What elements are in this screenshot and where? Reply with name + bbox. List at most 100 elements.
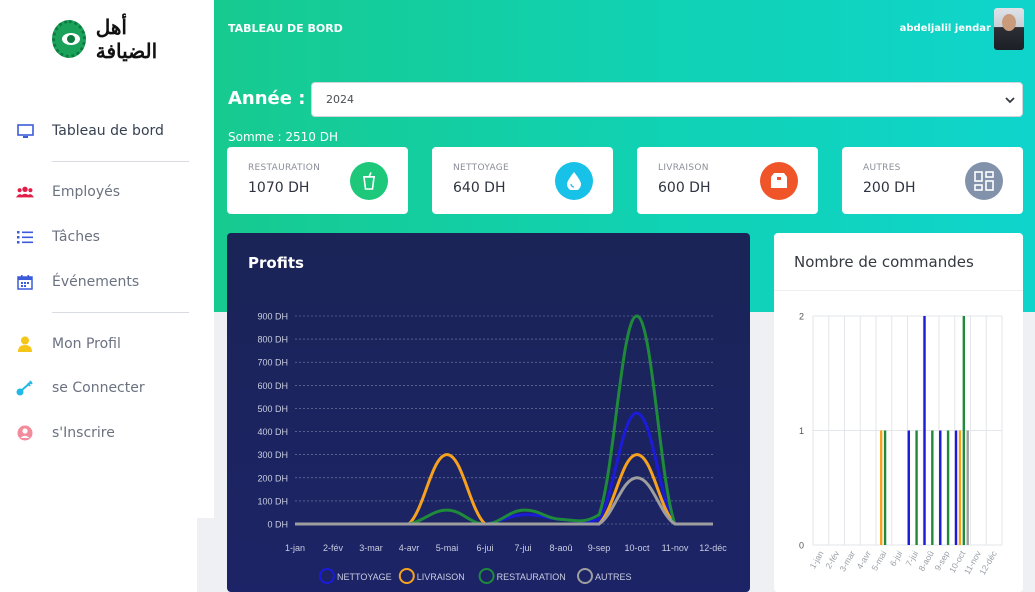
x-tick-label: 2-fév — [323, 543, 344, 553]
y-tick-label: 300 DH — [257, 450, 288, 460]
users-icon — [16, 183, 34, 201]
profits-chart-card: Profits 0 DH 100 DH 200 DH 300 DH 400 DH 500 … — [227, 233, 750, 592]
key-icon — [16, 379, 34, 397]
y-tick-label: 100 DH — [257, 496, 288, 506]
x-tick-label: 5-mai — [869, 549, 888, 573]
x-tick-label: 3-mar — [837, 549, 857, 573]
stat-card-restauration[interactable]: RESTAURATION 1070 DH — [227, 147, 408, 214]
sidebar-item-label: se Connecter — [52, 380, 145, 396]
sidebar-item-label: s'Inscrire — [52, 425, 115, 441]
bar-autres — [966, 430, 969, 545]
sidebar-item-register[interactable]: s'Inscrire — [0, 413, 214, 453]
stat-card-title: RESTAURATION — [248, 163, 321, 173]
legend-marker — [319, 568, 335, 584]
legend-marker — [478, 568, 495, 584]
x-tick-label: 9-sep — [588, 543, 611, 553]
legend-label: NETTOYAGE — [337, 572, 392, 582]
sidebar-item-events[interactable]: Événements — [0, 262, 214, 302]
user-icon — [16, 335, 34, 353]
bar-livraison — [879, 430, 883, 545]
legend-label: RESTAURATION — [497, 572, 566, 582]
monitor-icon — [16, 122, 34, 140]
x-tick-label: 6-jui — [888, 549, 905, 568]
sidebar-item-dashboard[interactable]: Tableau de bord — [0, 111, 214, 151]
x-tick-label: 3-mar — [359, 543, 383, 553]
drop-icon — [555, 162, 593, 200]
total-sum: Somme : 2510 DH — [228, 130, 339, 144]
sidebar-item-label: Tâches — [52, 229, 100, 245]
bar-nettoyage — [954, 430, 958, 545]
x-tick-label: 4-avr — [399, 543, 420, 553]
list-icon — [16, 228, 34, 246]
series-line-restauration — [294, 314, 713, 526]
year-select-value: 2024 — [326, 93, 354, 106]
y-tick-label: 0 — [799, 541, 804, 551]
profits-line-chart: 0 DH 100 DH 200 DH 300 DH 400 DH 500 DH 600 DH… — [257, 312, 727, 584]
y-tick-label: 900 DH — [257, 312, 288, 322]
legend-marker — [398, 568, 415, 584]
bar-restauration — [931, 430, 934, 545]
year-label: Année : — [228, 88, 306, 109]
sidebar-item-login[interactable]: se Connecter — [0, 368, 214, 408]
box-icon — [760, 162, 798, 200]
x-tick-label: 8-aoû — [549, 543, 572, 553]
legend-label: LIVRAISON — [417, 572, 465, 582]
sidebar-item-label: Événements — [52, 274, 140, 290]
bar-restauration — [946, 430, 950, 545]
bar-restauration — [962, 316, 966, 545]
sidebar: أهل الضيافة Tableau de bord Employés Tâc… — [0, 0, 214, 518]
bar-nettoyage — [907, 430, 910, 545]
x-tick-label: 6-jui — [476, 543, 493, 553]
y-tick-label: 400 DH — [257, 427, 288, 437]
bar-nettoyage — [923, 316, 926, 545]
bar-nettoyage — [939, 430, 942, 545]
sidebar-item-label: Mon Profil — [52, 336, 121, 352]
x-tick-label: 10-oct — [624, 543, 650, 553]
logo-text: أهل الضيافة — [95, 15, 158, 63]
orders-chart-card: Nombre de commandes 0 1 2 1-jan 2-fév 3-mar 4-… — [774, 233, 1023, 592]
x-tick-label: 5-mai — [436, 543, 459, 553]
sidebar-footer — [0, 518, 197, 592]
sidebar-item-label: Employés — [52, 184, 121, 200]
x-tick-label: 11-nov — [662, 543, 689, 553]
legend-label: AUTRES — [595, 572, 632, 582]
stat-card-nettoyage[interactable]: NETTOYAGE 640 DH — [432, 147, 613, 214]
stat-card-title: LIVRAISON — [658, 163, 709, 173]
orders-bar-chart: 0121-jan2-fév3-mar4-avr5-mai 6-jui 7-jui8-… — [799, 312, 1003, 577]
stat-card-title: NETTOYAGE — [453, 163, 510, 173]
y-tick-label: 2 — [799, 312, 804, 322]
bar-livraison — [958, 430, 962, 545]
legend-marker — [577, 568, 593, 584]
sidebar-divider — [52, 161, 189, 162]
sidebar-item-employees[interactable]: Employés — [0, 172, 214, 212]
sidebar-item-profile[interactable]: Mon Profil — [0, 324, 214, 364]
y-tick-label: 500 DH — [257, 404, 288, 414]
sidebar-item-tasks[interactable]: Tâches — [0, 217, 214, 257]
y-tick-label: 200 DH — [257, 473, 288, 483]
year-select[interactable]: 2024 — [311, 82, 1023, 117]
y-tick-label: 1 — [799, 426, 804, 436]
sidebar-divider — [52, 312, 189, 313]
calendar-icon — [16, 273, 34, 291]
app-logo[interactable]: أهل الضيافة — [52, 15, 182, 63]
stat-card-livraison[interactable]: LIVRAISON 600 DH — [637, 147, 818, 214]
stat-card-title: AUTRES — [863, 163, 901, 173]
logo-eye-icon — [52, 20, 86, 58]
stat-card-autres[interactable]: AUTRES 200 DH — [842, 147, 1023, 214]
stat-card-value: 200 DH — [863, 180, 916, 196]
sidebar-item-label: Tableau de bord — [52, 123, 164, 139]
x-tick-label: 1-jan — [285, 543, 305, 553]
grid-icon — [965, 162, 1003, 200]
x-tick-label: 1-jan — [807, 549, 825, 571]
cup-icon — [350, 162, 388, 200]
x-tick-label: 8-aoû — [916, 549, 936, 573]
page-title: TABLEAU DE BORD — [228, 22, 343, 35]
y-tick-label: 700 DH — [257, 358, 288, 368]
avatar[interactable] — [994, 8, 1024, 50]
x-tick-label: 12-déc — [699, 543, 727, 553]
chevron-down-icon — [1004, 94, 1016, 106]
user-name[interactable]: abdeljalil jendar — [900, 23, 991, 34]
stat-card-value: 600 DH — [658, 180, 711, 196]
y-tick-label: 600 DH — [257, 381, 288, 391]
y-tick-label: 800 DH — [257, 335, 288, 345]
